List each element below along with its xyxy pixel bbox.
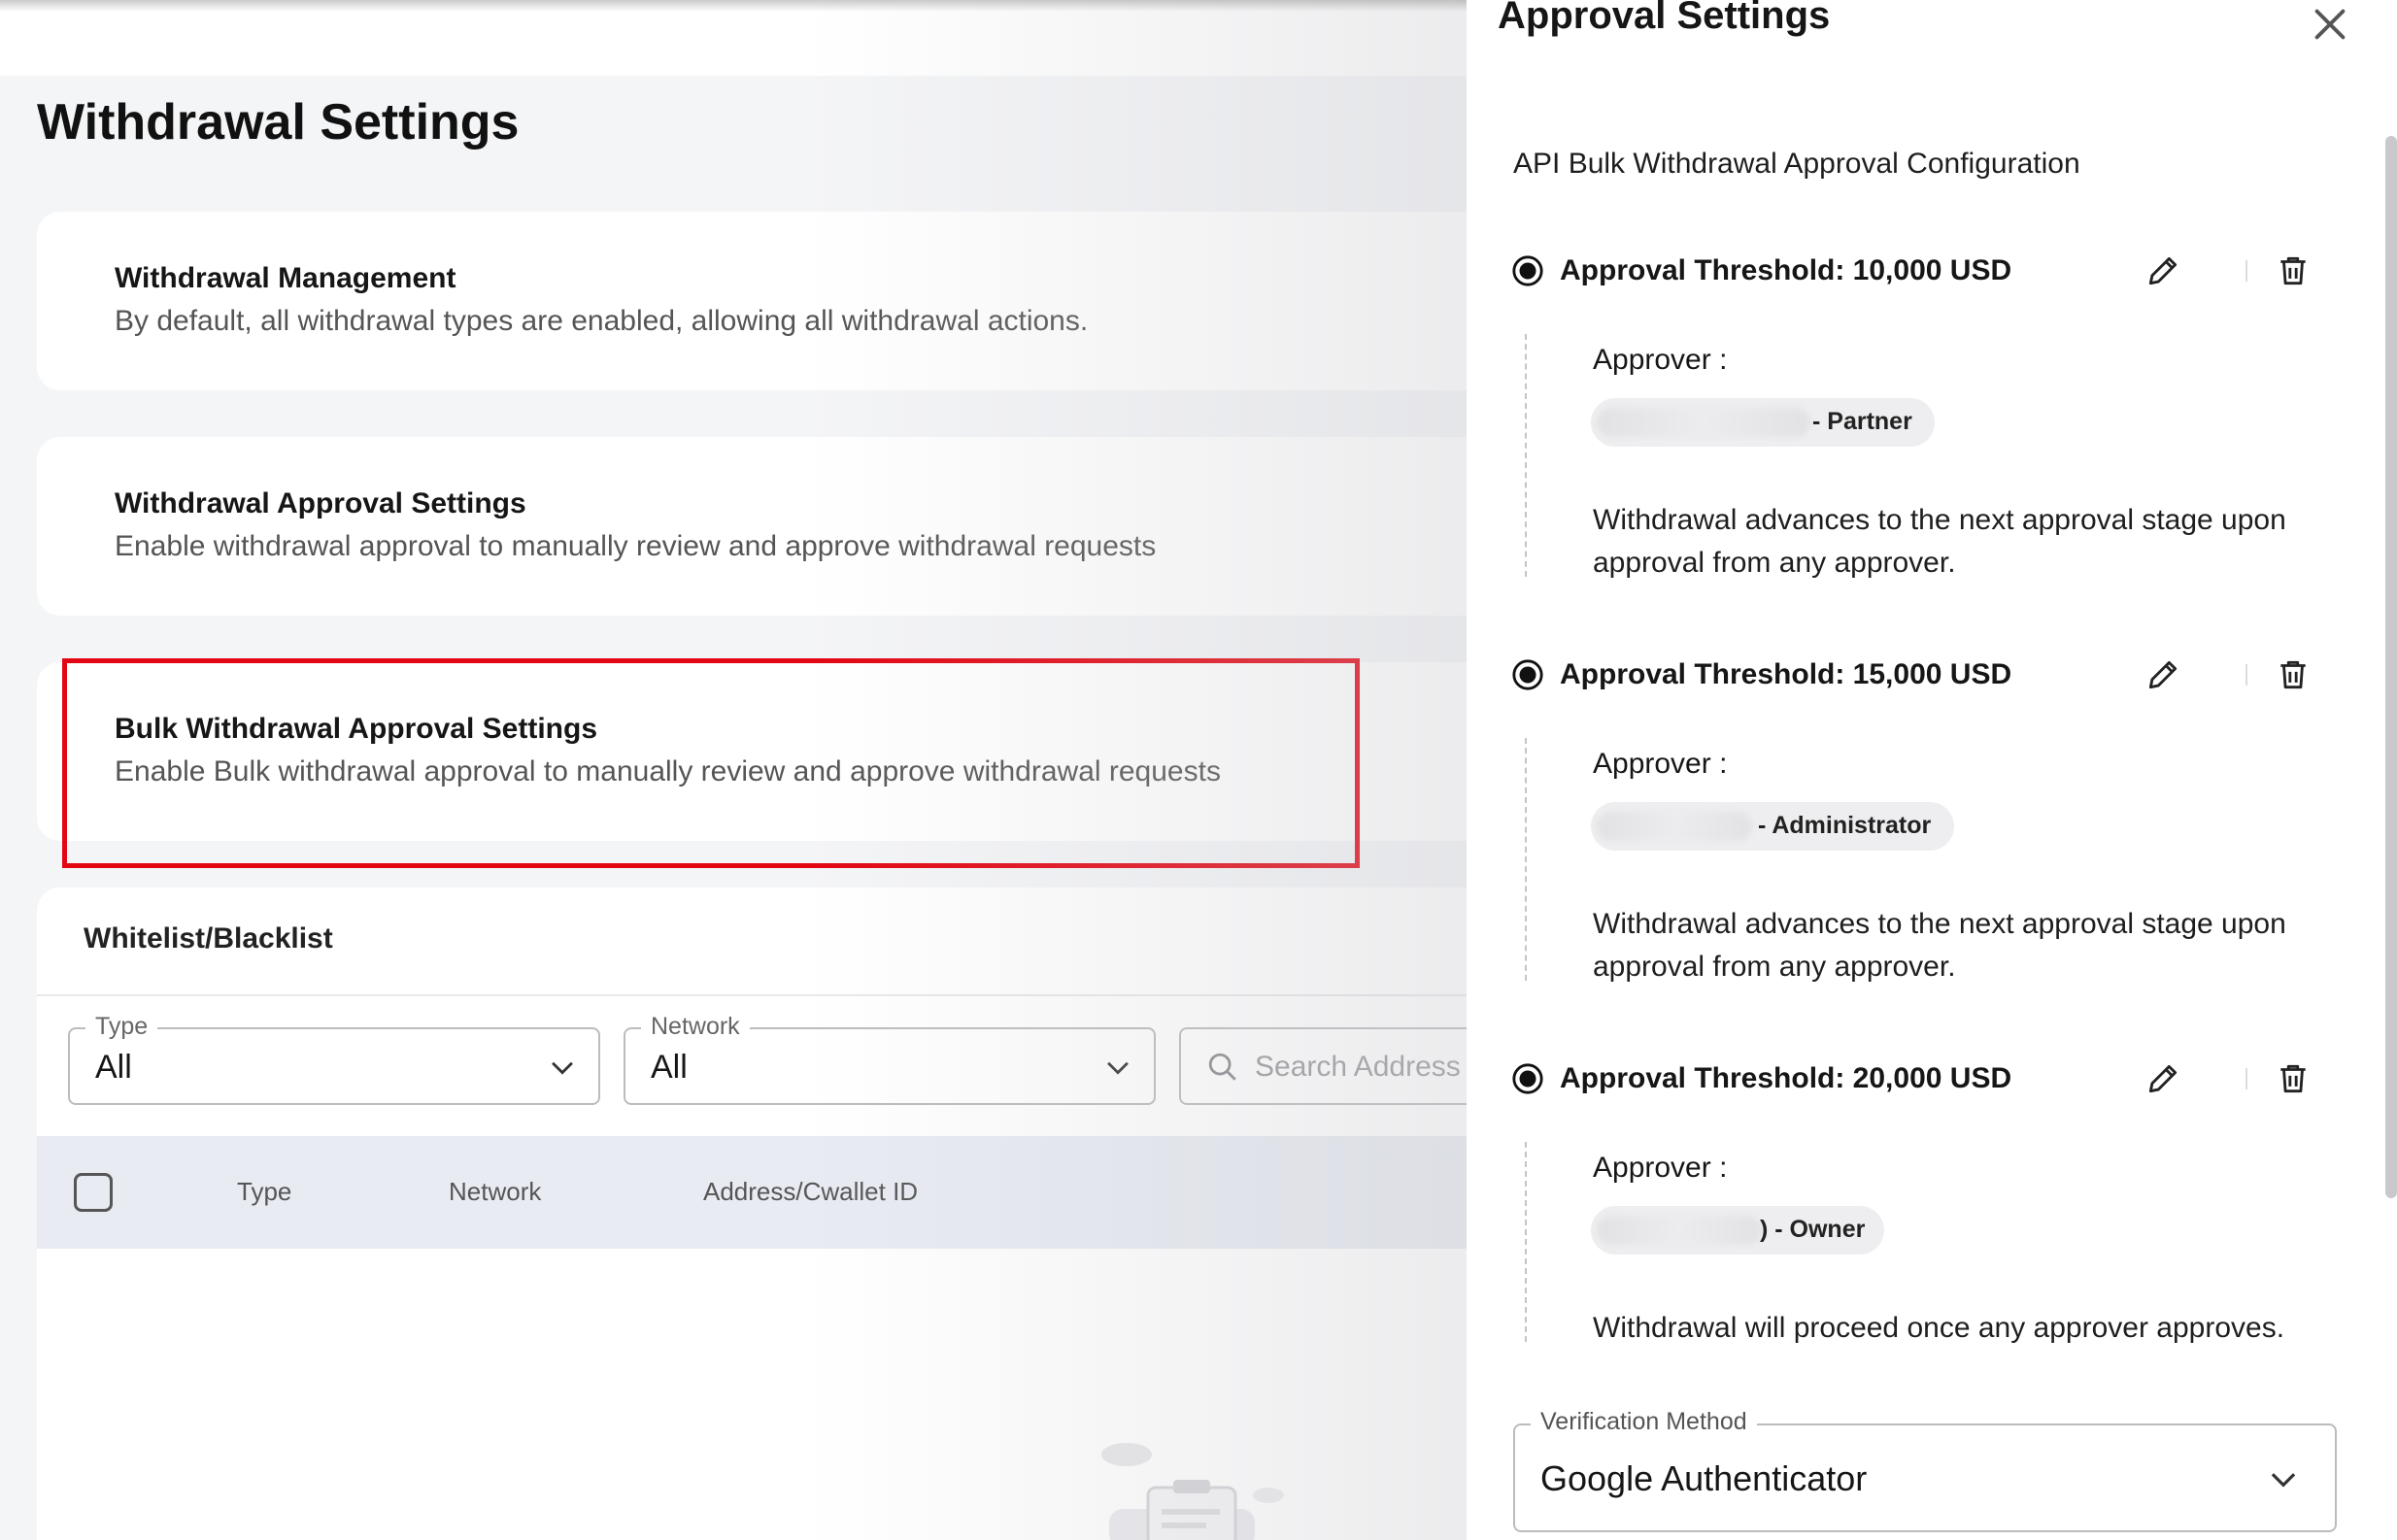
threshold-note: Withdrawal advances to the next approval… [1593, 504, 2286, 579]
drawer-title: Approval Settings [1498, 0, 1831, 37]
radio-selected-icon[interactable] [1511, 1062, 1544, 1095]
pencil-icon[interactable] [2144, 252, 2181, 289]
dashed-connector [1525, 738, 1527, 981]
threshold-note: Withdrawal advances to the next approval… [1593, 908, 2286, 983]
network-filter-label: Network [641, 1013, 750, 1041]
approver-label: Approver : [1593, 748, 1728, 780]
card-title: Withdrawal Management [115, 262, 456, 294]
redacted-name [1597, 1216, 1762, 1245]
approval-settings-drawer: Approval Settings API Bulk Withdrawal Ap… [1467, 0, 2397, 1540]
empty-state-icon [1101, 1443, 1284, 1540]
card-withdrawal-approval-settings[interactable]: Withdrawal Approval Settings Enable with… [37, 437, 1494, 616]
approver-label: Approver : [1593, 344, 1728, 376]
action-separator [2245, 664, 2247, 686]
pencil-icon[interactable] [2144, 1060, 2181, 1097]
column-header-network: Network [449, 1177, 542, 1206]
card-description: Enable withdrawal approval to manually r… [115, 530, 1157, 562]
trash-icon[interactable] [2275, 252, 2312, 289]
close-icon[interactable] [2308, 2, 2352, 47]
dashed-connector [1525, 334, 1527, 577]
approver-role: - Administrator [1758, 812, 1932, 839]
type-filter-label: Type [85, 1013, 158, 1041]
search-address-input[interactable]: Search Address [1179, 1027, 1490, 1105]
select-all-checkbox[interactable] [74, 1173, 113, 1212]
top-shadow [0, 0, 1467, 12]
whitelist-title: Whitelist/Blacklist [84, 922, 333, 954]
column-header-type: Type [237, 1177, 292, 1206]
approver-chip: - Administrator [1591, 802, 1954, 851]
search-placeholder: Search Address [1255, 1051, 1461, 1083]
chevron-down-icon [552, 1061, 573, 1075]
highlight-annotation-box [62, 658, 1360, 868]
drawer-subtitle: API Bulk Withdrawal Approval Configurati… [1513, 148, 2080, 180]
chevron-down-icon [2271, 1473, 2296, 1488]
approver-chip: - Partner [1591, 398, 1935, 447]
approver-label: Approver : [1593, 1152, 1728, 1184]
search-icon [1208, 1053, 1236, 1081]
threshold-label: Approval Threshold: 15,000 USD [1560, 658, 2012, 690]
network-filter-select[interactable]: Network All [624, 1013, 1156, 1105]
redacted-name [1597, 812, 1752, 841]
threshold-note: Withdrawal will proceed once any approve… [1593, 1312, 2285, 1344]
action-separator [2245, 1068, 2247, 1089]
network-filter-value: All [651, 1049, 688, 1086]
approver-role: ) - Owner [1760, 1216, 1866, 1243]
divider [37, 994, 1494, 996]
threshold-label: Approval Threshold: 20,000 USD [1560, 1062, 2012, 1094]
radio-selected-icon[interactable] [1511, 658, 1544, 691]
dashed-connector [1525, 1142, 1527, 1342]
card-title: Withdrawal Approval Settings [115, 487, 526, 519]
card-description: By default, all withdrawal types are ena… [115, 305, 1089, 337]
threshold-label: Approval Threshold: 10,000 USD [1560, 254, 2012, 286]
verification-method-value: Google Authenticator [1540, 1458, 1868, 1498]
type-filter-value: All [95, 1049, 132, 1086]
approver-chip: ) - Owner [1591, 1206, 1884, 1255]
trash-icon[interactable] [2275, 1060, 2312, 1097]
column-header-address: Address/Cwallet ID [703, 1177, 919, 1206]
approver-role: - Partner [1812, 408, 1912, 435]
card-withdrawal-management[interactable]: Withdrawal Management By default, all wi… [37, 212, 1494, 390]
trash-icon[interactable] [2275, 656, 2312, 693]
type-filter-select[interactable]: Type All [68, 1013, 600, 1105]
verification-method-label: Verification Method [1531, 1408, 1757, 1436]
action-separator [2245, 260, 2247, 282]
chevron-down-icon [1107, 1061, 1129, 1075]
pencil-icon[interactable] [2144, 656, 2181, 693]
redacted-name [1597, 408, 1810, 437]
verification-method-select[interactable]: Verification Method Google Authenticator [1513, 1408, 2337, 1532]
scrollbar[interactable] [2385, 136, 2397, 1198]
radio-selected-icon[interactable] [1511, 254, 1544, 287]
page-title: Withdrawal Settings [37, 94, 520, 151]
table-header: Type Network Address/Cwallet ID [37, 1136, 1494, 1249]
